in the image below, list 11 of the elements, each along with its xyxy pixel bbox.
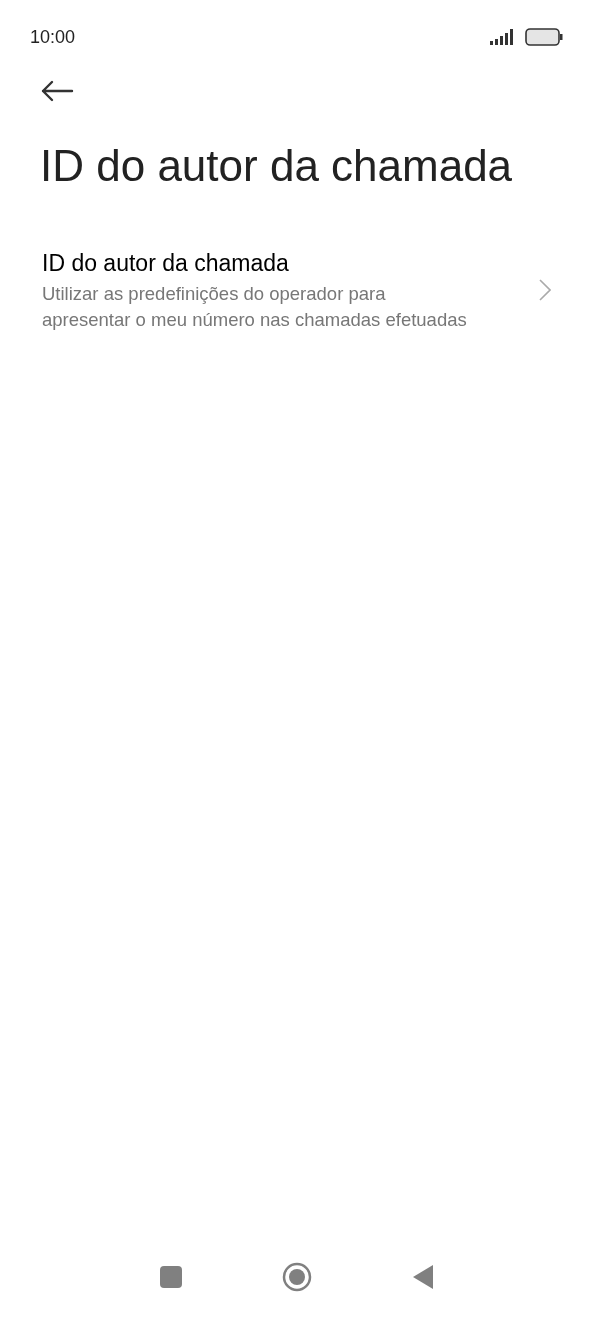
chevron-icon: [539, 279, 551, 301]
settings-item[interactable]: ID do autor da chamada Utilizar as predefinições do operador para apresentar o meu número nas chamadas efetuadas: [0, 237, 593, 343]
home-button[interactable]: [281, 1262, 312, 1292]
recents-button[interactable]: [159, 1266, 182, 1288]
item-summary: Utilizar as predefinições do operador para apresentar o meu número nas chamadas efetuadas: [42, 282, 468, 332]
status-time: 10:00: [30, 25, 76, 49]
back-icon[interactable]: [40, 80, 74, 102]
battery-icon: [525, 28, 563, 46]
item-title: ID do autor da chamada: [42, 249, 290, 278]
back-button[interactable]: [411, 1264, 434, 1290]
page-title: ID do autor da chamada: [39, 140, 514, 192]
